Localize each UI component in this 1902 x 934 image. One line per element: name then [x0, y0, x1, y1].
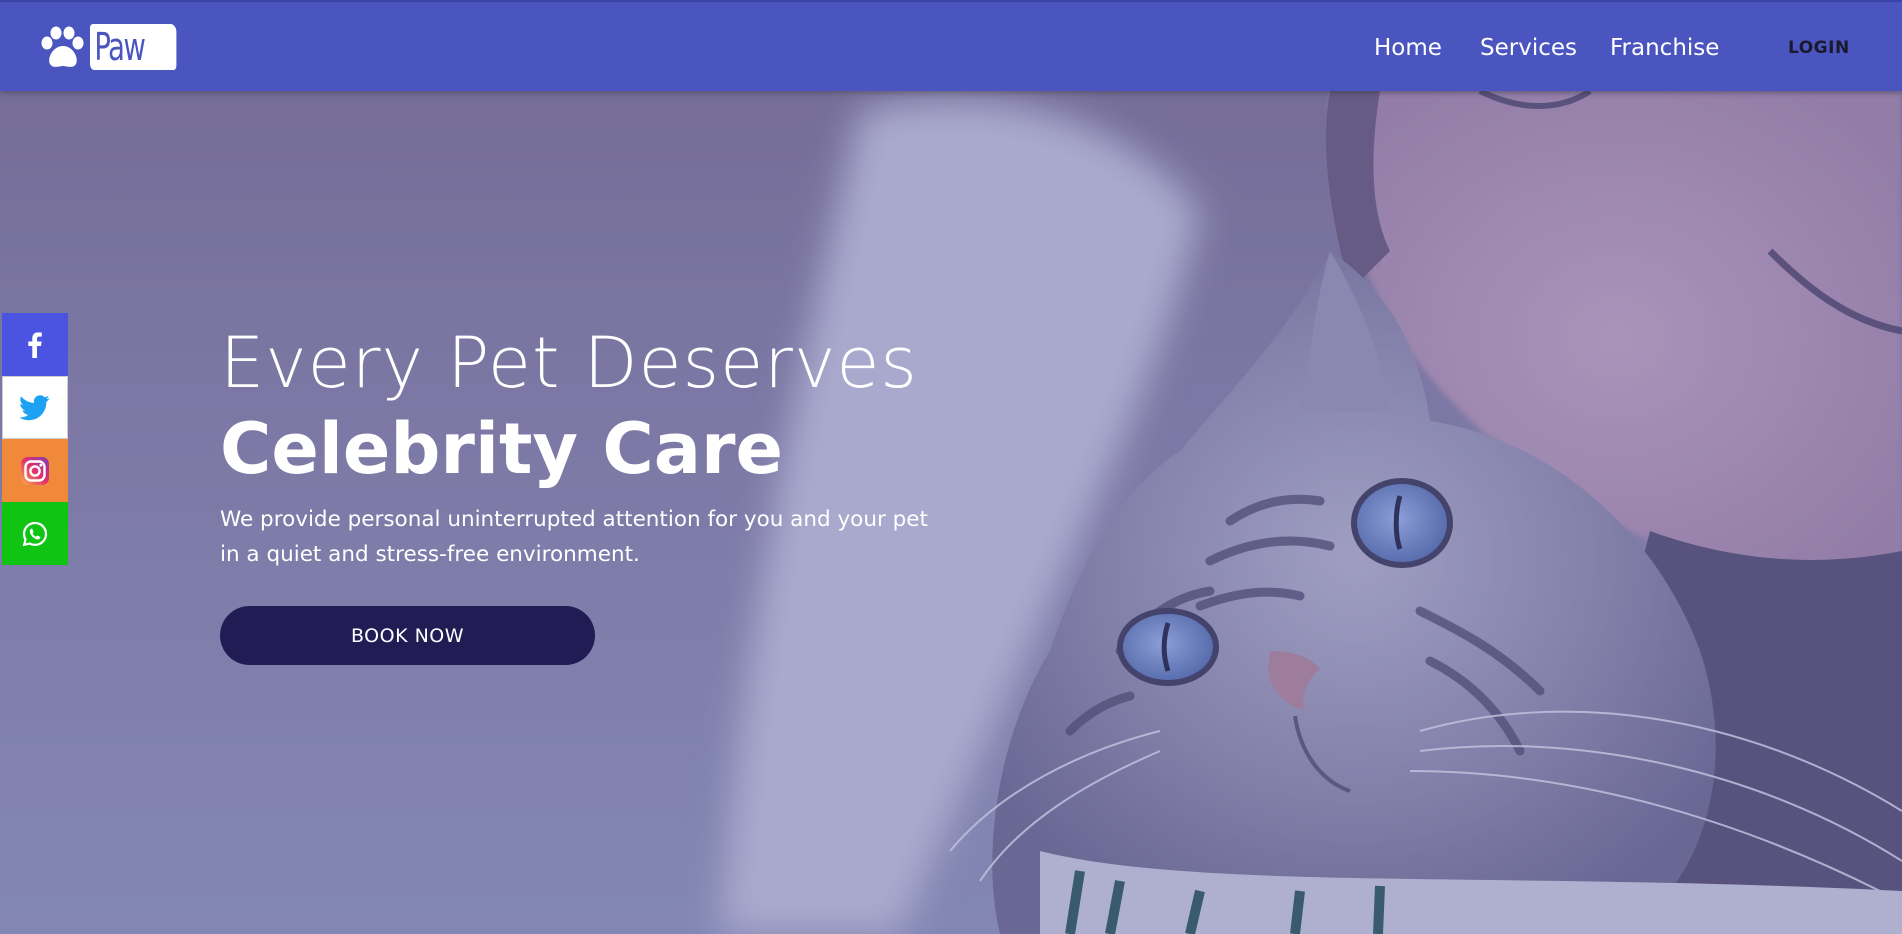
hero-section: Every Pet Deserves Celebrity Care We pro…	[0, 91, 1902, 934]
whatsapp-icon	[22, 521, 48, 546]
hero-content: Every Pet Deserves Celebrity Care We pro…	[220, 320, 940, 665]
facebook-icon	[28, 331, 42, 358]
social-sidebar	[2, 313, 68, 565]
login-link[interactable]: LOGIN	[1788, 30, 1850, 66]
instagram-link[interactable]	[2, 439, 68, 502]
logo[interactable]: Paw	[38, 24, 177, 72]
paw-icon	[41, 26, 84, 67]
hero-title-line2: Celebrity Care	[220, 408, 784, 490]
twitter-link[interactable]	[2, 376, 68, 439]
site-header: Paw Home Services Franchise LOGIN	[0, 0, 1902, 91]
nav-home[interactable]: Home	[1374, 30, 1442, 66]
nav-services[interactable]: Services	[1480, 30, 1577, 66]
instagram-icon	[21, 456, 49, 485]
facebook-link[interactable]	[2, 313, 68, 376]
hero-title-line1: Every Pet Deserves	[220, 322, 918, 404]
twitter-icon	[20, 394, 50, 420]
whatsapp-link[interactable]	[2, 502, 68, 565]
logo-text: Paw	[90, 24, 177, 70]
nav-franchise[interactable]: Franchise	[1610, 30, 1719, 66]
book-now-button[interactable]: BOOK NOW	[220, 606, 595, 665]
hero-subtitle: We provide personal uninterrupted attent…	[220, 507, 928, 567]
